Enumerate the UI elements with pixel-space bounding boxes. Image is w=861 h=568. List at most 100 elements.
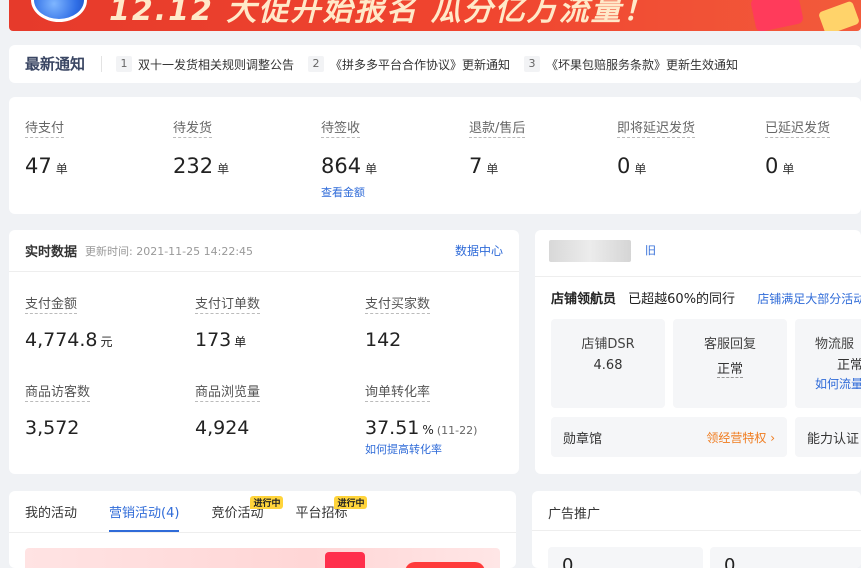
ads-panel: 广告推广 0 0 (532, 491, 861, 568)
shop-name-blurred (549, 240, 631, 262)
tile-title: 店铺DSR (581, 337, 635, 352)
notice-text[interactable]: 《拼多多平台合作协议》更新通知 (330, 56, 510, 73)
update-time: 更新时间: 2021-11-25 14:22:45 (85, 244, 254, 258)
order-stat-refund[interactable]: 退款/售后 7单 (469, 117, 526, 178)
tab-platform-tenders[interactable]: 平台招标 进行中 (295, 496, 368, 532)
tile-title: 客服回复 (703, 337, 756, 352)
stat-label: 即将延迟发货 (617, 117, 696, 138)
metric-label: 商品访客数 (25, 381, 91, 402)
order-stat-pending-shipment[interactable]: 待发货 232 单 (173, 117, 229, 178)
ad-metric-tile[interactable]: 0 (548, 547, 703, 568)
tile-link[interactable]: 如何流量 (815, 375, 861, 392)
view-amount-link[interactable]: 查看金额 (321, 184, 377, 200)
tile-value: 正常 (837, 358, 861, 373)
coin-icon (31, 0, 87, 22)
banner-button[interactable] (405, 562, 485, 568)
shop-tag: 旧 (645, 244, 656, 257)
stat-unit: 单 (217, 162, 230, 176)
order-stat-pending-receipt[interactable]: 待签收 864 单 查看金额 (321, 117, 377, 200)
tile-title: 物流服 (815, 337, 855, 352)
tile-shop-dsr[interactable]: 店铺DSR 4.68 (551, 319, 665, 408)
notice-bar: 最新通知 1 双十一发货相关规则调整公告 2 《拼多多平台合作协议》更新通知 3… (9, 45, 861, 83)
notice-item[interactable]: 1 双十一发货相关规则调整公告 (116, 56, 294, 73)
metric-paid-orders: 支付订单数 173 单 (195, 293, 261, 351)
stat-value: 7 (469, 154, 483, 178)
metric-paid-buyers: 支付买家数 142 (365, 293, 431, 351)
improve-conversion-link[interactable]: 如何提高转化率 (365, 441, 477, 457)
stat-value: 232 (173, 154, 214, 178)
metric-inquiry-conversion: 询单转化率 37.51% (11-22) 如何提高转化率 (365, 381, 477, 457)
order-stat-pending-payment[interactable]: 待支付 47 单 (25, 117, 68, 178)
shop-navigator-row: 店铺领航员 已超越60%的同行 店铺满足大部分活动 (551, 288, 861, 307)
stat-label: 已延迟发货 (765, 117, 831, 138)
realtime-data-panel: 实时数据 更新时间: 2021-11-25 14:22:45 数据中心 支付金额… (9, 230, 519, 474)
ad-metric-value: 0 (724, 555, 736, 568)
ad-metric-value: 0 (562, 555, 574, 568)
stat-unit: 单 (365, 162, 378, 176)
notice-number: 2 (308, 56, 325, 72)
ability-label: 能力认证 (807, 431, 860, 447)
tile-logistics[interactable]: 物流服 正常 如何流量 (795, 319, 861, 408)
stat-label: 待签收 (321, 117, 361, 138)
metric-value: 4,774.8 (25, 329, 98, 351)
metric-value: 142 (365, 329, 402, 351)
data-center-link[interactable]: 数据中心 (455, 242, 503, 259)
tab-label: 我的活动 (25, 506, 78, 521)
metric-value: 37.51 (365, 417, 420, 439)
metric-label: 商品浏览量 (195, 381, 261, 402)
shop-panel: 旧 店铺领航员 已超越60%的同行 店铺满足大部分活动 店铺DSR 4.68 客… (535, 230, 861, 474)
divider (535, 276, 861, 277)
ability-certification[interactable]: 能力认证 (795, 417, 861, 457)
metric-label: 支付买家数 (365, 293, 431, 314)
medal-hall[interactable]: 勋章馆 领经营特权 › (551, 417, 787, 457)
tab-label: 营销活动(4) (109, 506, 180, 521)
metric-label: 支付金额 (25, 293, 78, 314)
stat-value: 47 (25, 154, 52, 178)
tab-bidding-activities[interactable]: 竞价活动 进行中 (211, 496, 284, 532)
banner-text: 12.12 大促开始报名 瓜分亿万流量！ (109, 0, 655, 28)
order-stat-about-to-delay[interactable]: 即将延迟发货 0单 (617, 117, 696, 178)
stat-unit: 单 (486, 162, 499, 176)
tab-my-activities[interactable]: 我的活动 (25, 502, 77, 532)
metric-product-visitors: 商品访客数 3,572 (25, 381, 91, 439)
stat-unit: 单 (782, 162, 795, 176)
get-privilege-link[interactable]: 领经营特权 › (706, 429, 775, 446)
tile-service-reply[interactable]: 客服回复 正常 (673, 319, 787, 408)
status-badge: 进行中 (250, 496, 284, 509)
metric-value: 173 (195, 329, 232, 351)
ad-metric-tile[interactable]: 0 (710, 547, 861, 568)
realtime-header: 实时数据 更新时间: 2021-11-25 14:22:45 数据中心 (9, 230, 519, 272)
metric-date: (11-22) (436, 424, 478, 437)
stat-label: 退款/售后 (469, 117, 526, 138)
metric-unit: % (422, 423, 434, 437)
stat-value: 0 (765, 154, 779, 178)
notice-number: 1 (116, 56, 133, 72)
medal-hall-label: 勋章馆 (563, 431, 603, 447)
stat-label: 待支付 (25, 117, 65, 138)
stat-unit: 单 (634, 162, 647, 176)
order-stats-panel: 待支付 47 单 待发货 232 单 待签收 864 单 查看金额 退款/售后 7单 … (9, 97, 861, 214)
metric-unit: 元 (100, 335, 113, 349)
stat-label: 待发货 (173, 117, 213, 138)
stat-value: 0 (617, 154, 631, 178)
activity-tabs: 我的活动 营销活动(4) 竞价活动 进行中 平台招标 进行中 (9, 491, 516, 533)
promo-banner[interactable]: 12.12 大促开始报名 瓜分亿万流量！ (9, 0, 861, 31)
notice-item[interactable]: 3 《坏果包赔服务条款》更新生效通知 (524, 56, 738, 73)
notice-text[interactable]: 《坏果包赔服务条款》更新生效通知 (546, 56, 738, 73)
notice-number: 3 (524, 56, 541, 72)
order-stat-delayed[interactable]: 已延迟发货 0单 (765, 117, 831, 178)
metric-label: 询单转化率 (365, 381, 431, 402)
navigator-label: 店铺领航员 (551, 292, 617, 307)
stat-value: 864 (321, 154, 362, 178)
promo-graphic (325, 552, 365, 568)
activity-banner[interactable] (25, 548, 500, 568)
gift-box-icon (817, 0, 861, 31)
navigator-hint-link[interactable]: 店铺满足大部分活动 (757, 292, 861, 306)
metric-payment-amount: 支付金额 4,774.8 元 (25, 293, 113, 351)
tab-marketing-activities[interactable]: 营销活动(4) (109, 502, 180, 532)
notice-text[interactable]: 双十一发货相关规则调整公告 (138, 56, 294, 73)
notice-title: 最新通知 (9, 56, 103, 72)
tile-value: 4.68 (593, 358, 623, 373)
notice-item[interactable]: 2 《拼多多平台合作协议》更新通知 (308, 56, 510, 73)
metric-label: 支付订单数 (195, 293, 261, 314)
